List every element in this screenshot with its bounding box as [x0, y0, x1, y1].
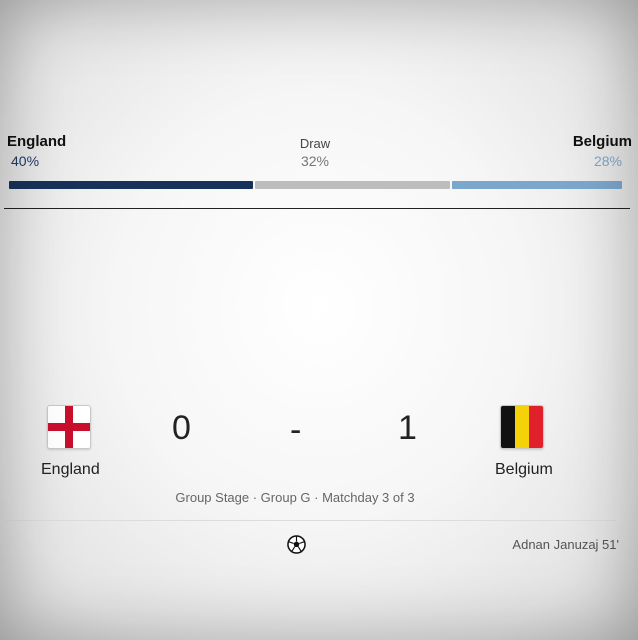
away-win-percentage: 28%	[593, 153, 622, 169]
home-score: 0	[172, 409, 191, 447]
home-win-bar	[9, 181, 253, 189]
away-team-prediction-label: Belgium	[572, 133, 632, 150]
draw-label: Draw	[299, 136, 331, 151]
section-divider	[4, 208, 630, 209]
events-divider	[6, 520, 616, 521]
away-score: 1	[398, 409, 417, 447]
draw-bar	[255, 181, 450, 189]
away-team-name[interactable]: Belgium	[495, 461, 553, 479]
home-team-name[interactable]: England	[41, 461, 100, 479]
away-win-bar	[452, 181, 622, 189]
score-separator: -	[290, 411, 302, 449]
home-win-percentage: 40%	[11, 153, 40, 169]
goal-scorer: Adnan Januzaj 51'	[512, 537, 619, 552]
draw-percentage: 32%	[300, 153, 330, 169]
belgium-flag-icon	[500, 405, 544, 449]
england-flag-icon	[47, 405, 91, 449]
home-team-prediction-label: England	[7, 133, 67, 150]
soccer-ball-icon	[287, 535, 306, 554]
match-stage-info: Group Stage · Group G · Matchday 3 of 3	[175, 490, 415, 505]
